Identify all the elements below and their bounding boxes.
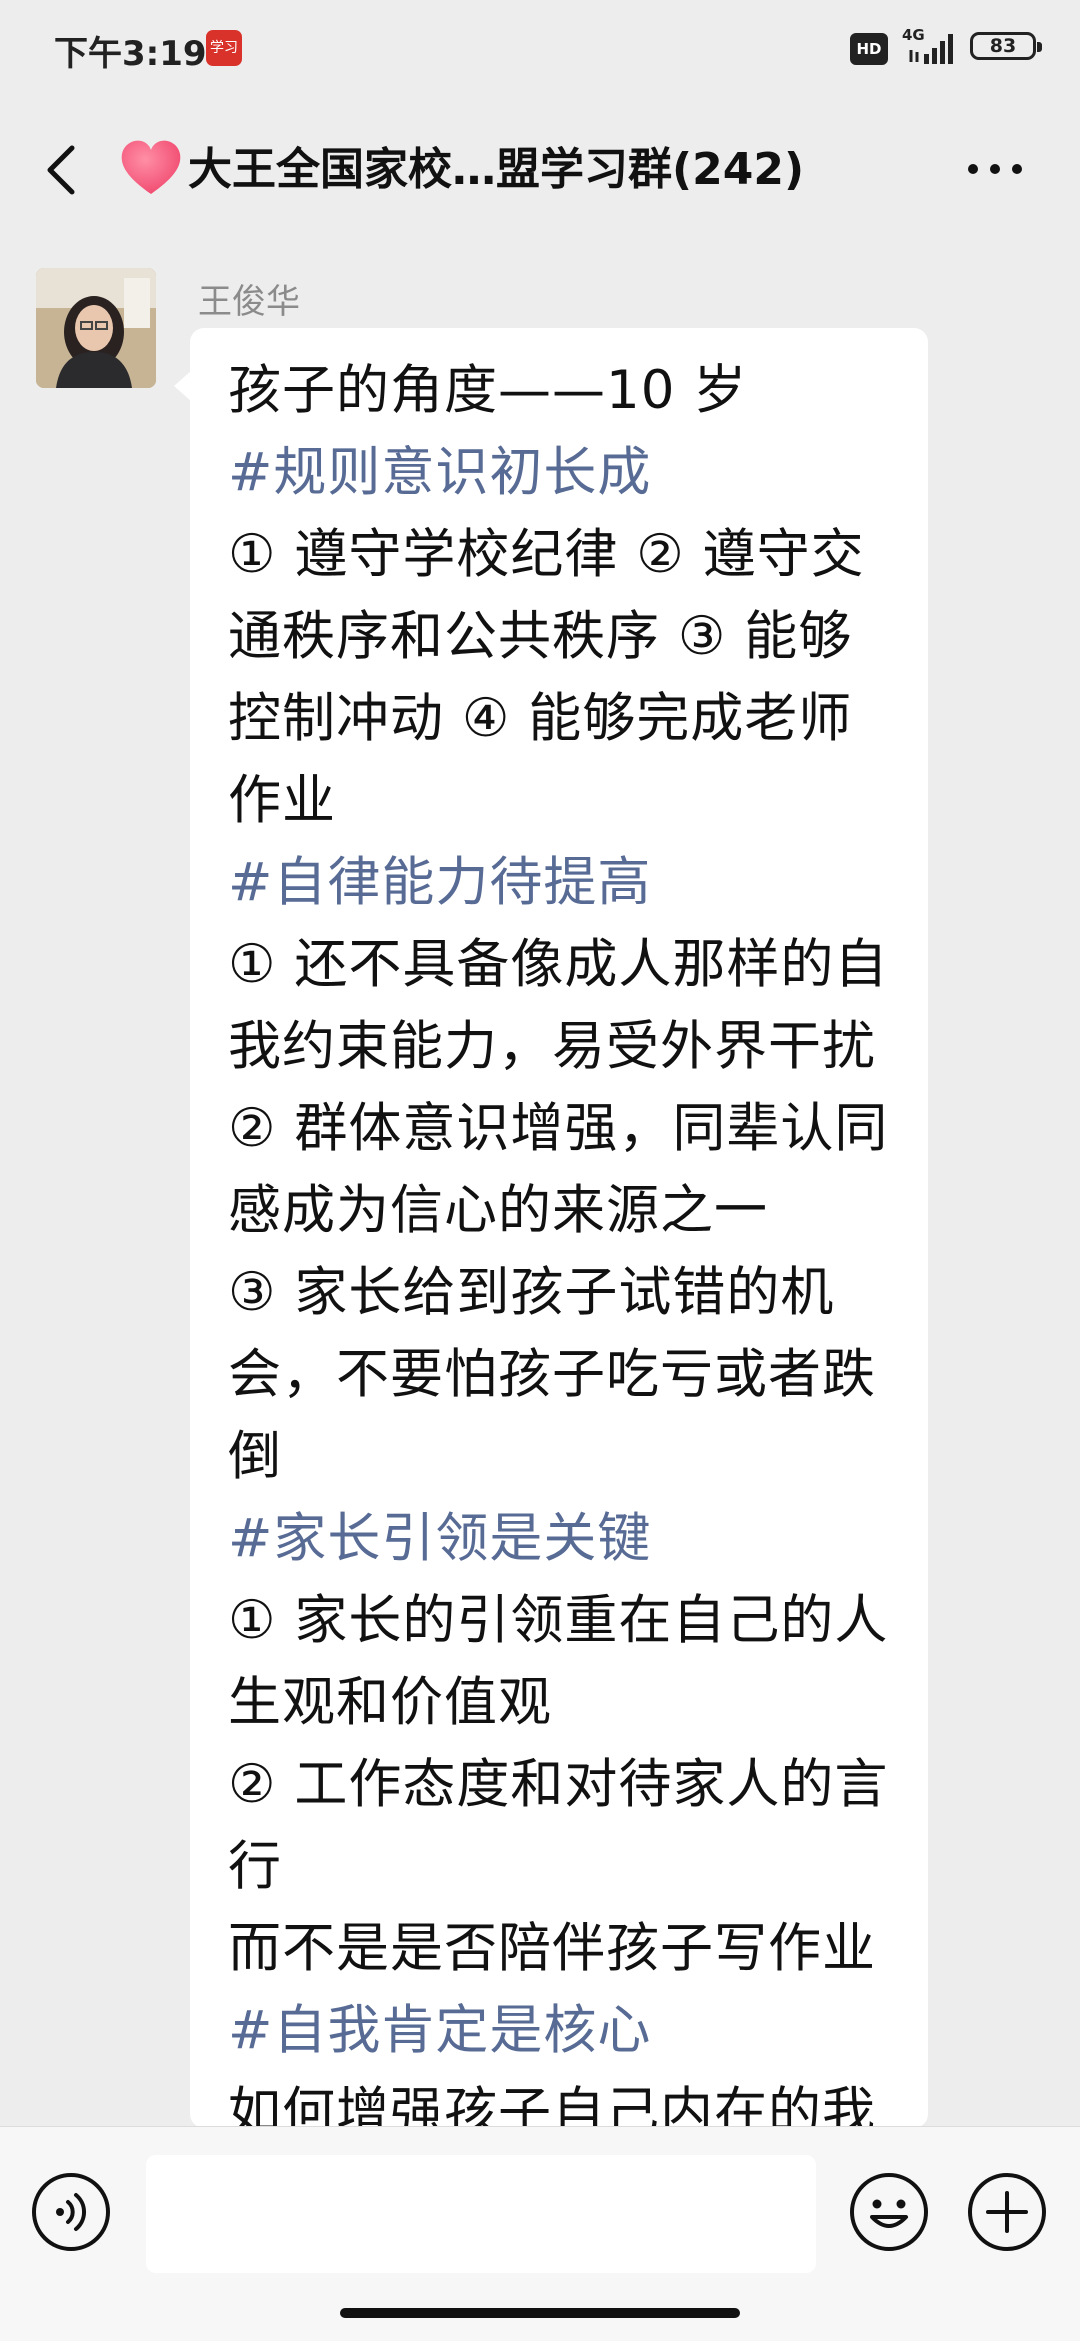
- status-bar: 下午3:19 学习 HD 4G 83: [0, 0, 1080, 100]
- voice-icon[interactable]: [30, 2171, 112, 2253]
- message-line: ② 工作态度和对待家人的言: [228, 1754, 889, 1815]
- status-time: 下午3:19: [54, 34, 207, 74]
- message-text: 孩子的角度——10 岁 #规则意识初长成 ① 遵守学校纪律 ② 遵守交 通秩序和公共秩…: [228, 350, 890, 2154]
- message-line: 我约束能力，易受外界干扰: [228, 1016, 876, 1077]
- message-line: 作业: [228, 770, 336, 831]
- message-line: 通秩序和公共秩序 ③ 能够: [228, 606, 853, 667]
- message-line: ② 群体意识增强，同辈认同: [228, 1098, 889, 1159]
- hashtag-line[interactable]: #规则意识初长成: [228, 432, 890, 514]
- message-line: 而不是是否陪伴孩子写作业: [228, 1918, 876, 1979]
- message-line: 行: [228, 1836, 282, 1897]
- hashtag-line[interactable]: #自我肯定是核心: [228, 1990, 890, 2072]
- message-line: 控制冲动 ④ 能够完成老师: [228, 688, 853, 749]
- avatar[interactable]: [36, 268, 156, 388]
- message-line: 孩子的角度——10 岁: [228, 360, 748, 421]
- battery-icon: 83: [970, 32, 1042, 60]
- message-line: 会，不要怕孩子吃亏或者跌: [228, 1344, 876, 1405]
- message-line: ① 还不具备像成人那样的自: [228, 934, 889, 995]
- message-line: 生观和价值观: [228, 1672, 552, 1733]
- hashtag-line[interactable]: #家长引领是关键: [228, 1498, 890, 1580]
- back-icon[interactable]: [38, 140, 88, 200]
- heart-icon: [121, 140, 181, 194]
- message-line: ① 家长的引领重在自己的人: [228, 1590, 889, 1651]
- chat-header: 大王全国家校…盟学习群(242): [0, 100, 1080, 240]
- message-input[interactable]: [146, 2155, 816, 2273]
- hd-icon: HD: [850, 33, 888, 65]
- message-bubble[interactable]: 孩子的角度——10 岁 #规则意识初长成 ① 遵守学校纪律 ② 遵守交 通秩序和公共秩…: [190, 328, 928, 2143]
- emoji-icon[interactable]: [848, 2171, 930, 2253]
- battery-level: 83: [989, 35, 1017, 57]
- home-indicator[interactable]: [340, 2308, 740, 2318]
- study-app-icon: 学习: [206, 30, 242, 66]
- message-line: 感成为信心的来源之一: [228, 1180, 768, 1241]
- hashtag-line[interactable]: #自律能力待提高: [228, 842, 890, 924]
- signal-icon: [909, 34, 953, 64]
- sender-name: 王俊华: [198, 282, 300, 322]
- more-icon[interactable]: [968, 160, 1038, 180]
- message-line: ① 遵守学校纪律 ② 遵守交: [228, 524, 865, 585]
- message-line: ③ 家长给到孩子试错的机: [228, 1262, 835, 1323]
- plus-icon[interactable]: [966, 2171, 1048, 2253]
- message-line: 倒: [228, 1426, 282, 1487]
- chat-title: 大王全国家校…盟学习群(242): [188, 144, 805, 195]
